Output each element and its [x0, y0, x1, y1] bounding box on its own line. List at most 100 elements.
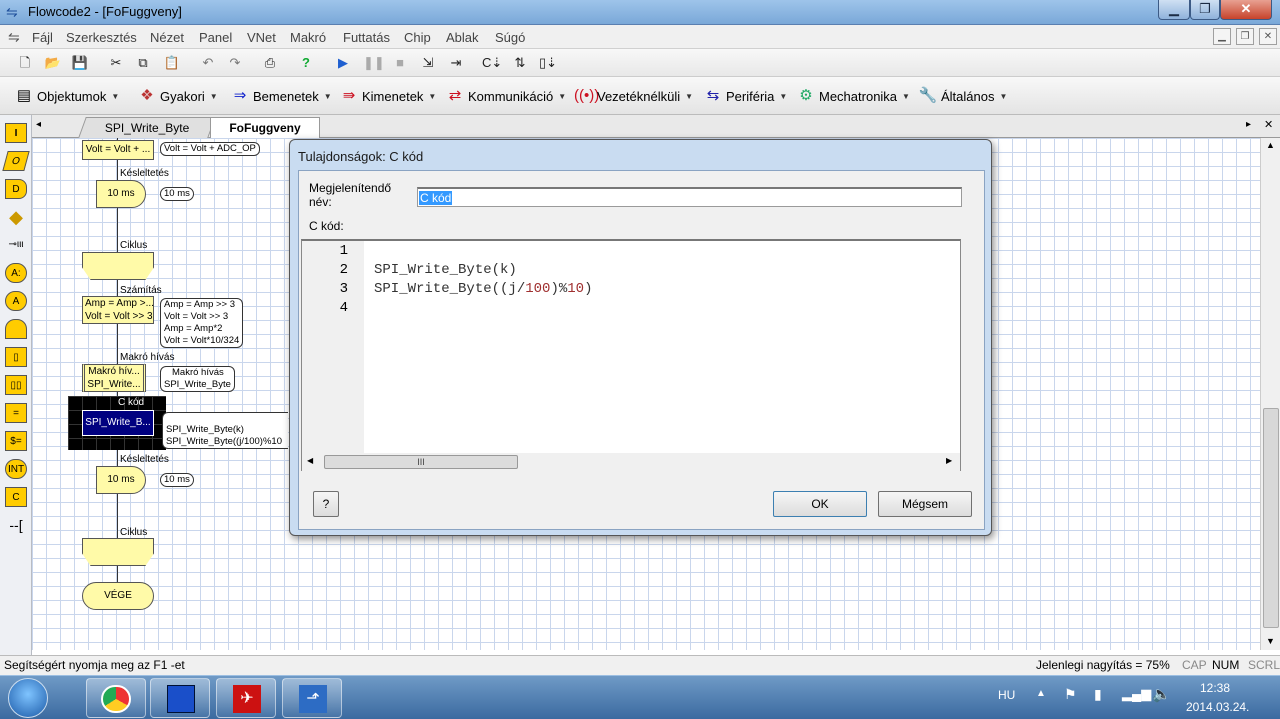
interrupt-icon[interactable]: INT	[5, 459, 27, 479]
menu-run[interactable]: Futtatás	[343, 30, 390, 45]
action-center-flag-icon[interactable]: ⚑	[1064, 686, 1077, 703]
pause-icon[interactable]: ❚❚	[363, 54, 385, 72]
stop-icon[interactable]: ■	[391, 54, 409, 72]
loop-end-box[interactable]	[82, 252, 154, 280]
close-button[interactable]: ✕	[1220, 0, 1272, 20]
mdi-restore-button[interactable]: ❐	[1236, 28, 1254, 45]
acrobat-taskbar-button[interactable]: ✈	[216, 678, 276, 718]
mdi-minimize-button[interactable]: ▁	[1213, 28, 1231, 45]
compile-chip-icon[interactable]: ▯⇣	[539, 54, 557, 72]
save-icon[interactable]: 💾	[71, 54, 89, 72]
network-signal-icon[interactable]: ▂▄▆	[1122, 686, 1151, 702]
macro-call-box[interactable]: Makró hív... SPI_Write...	[82, 364, 146, 392]
category-communication[interactable]: ⇄ Kommunikáció ▼	[445, 86, 566, 106]
language-indicator[interactable]: HU	[998, 688, 1015, 702]
compile-c-icon[interactable]: C⇣	[482, 54, 502, 72]
menu-vnet[interactable]: VNet	[247, 30, 276, 45]
category-mechatronics[interactable]: ⚙ Mechatronika ▼	[796, 86, 910, 106]
calculation-icon[interactable]: =	[5, 403, 27, 423]
paste-icon[interactable]: 📋	[163, 54, 181, 72]
print-icon[interactable]: ⎙	[261, 54, 279, 72]
run-icon[interactable]: ▶	[334, 54, 352, 72]
menu-view[interactable]: Nézet	[150, 30, 184, 45]
battery-icon[interactable]: ▮	[1094, 686, 1102, 703]
menu-panel[interactable]: Panel	[199, 30, 232, 45]
category-wireless[interactable]: ((•)) Vezetéknélküli ▼	[574, 86, 693, 106]
menu-macro[interactable]: Makró	[290, 30, 326, 45]
code-horizontal-scrollbar[interactable]: ◀ III ▶	[302, 453, 960, 471]
comment-icon[interactable]: --[	[5, 515, 27, 535]
start-button[interactable]	[8, 678, 48, 718]
scroll-down-icon[interactable]: ▼	[1266, 636, 1275, 646]
step-into-icon[interactable]: ⇲	[419, 54, 437, 72]
component-macro-icon[interactable]: ▯▯	[5, 375, 27, 395]
menu-chip[interactable]: Chip	[404, 30, 431, 45]
flowcode-taskbar-button[interactable]: ⬏	[282, 678, 342, 718]
string-calculation-icon[interactable]: $=	[5, 431, 27, 451]
compile-hex-icon[interactable]: ⇅	[511, 54, 529, 72]
menu-file[interactable]: Fájl	[32, 30, 53, 45]
minimize-button[interactable]: ▁	[1158, 0, 1190, 20]
category-peripheral[interactable]: ⇆ Periféria ▼	[703, 86, 788, 106]
chrome-taskbar-button[interactable]	[86, 678, 146, 718]
decision-icon[interactable]: ◆	[5, 207, 27, 227]
mdi-system-icon[interactable]: ⇋	[8, 29, 20, 46]
c-code-editor[interactable]: 1 2 3 4 SPI_Write_Byte(k) SPI_Write_Byte…	[301, 239, 961, 471]
c-code-icon[interactable]: C	[5, 487, 27, 507]
step-over-icon[interactable]: ⇥	[447, 54, 465, 72]
save-app-taskbar-button[interactable]	[150, 678, 210, 718]
tab-scroll-left-icon[interactable]: ◂	[36, 119, 41, 130]
tab-scroll-right-icon[interactable]: ▸	[1246, 119, 1251, 130]
c-code-box[interactable]: SPI_Write_B...	[82, 410, 154, 436]
tab-close-icon[interactable]: ✕	[1264, 118, 1273, 131]
macro-icon[interactable]: ▯	[5, 347, 27, 367]
clock-date[interactable]: 2014.03.24.	[1186, 700, 1249, 714]
undo-icon[interactable]: ↶	[199, 54, 217, 72]
maximize-button[interactable]: ❐	[1190, 0, 1220, 20]
hscroll-thumb[interactable]: III	[324, 455, 518, 469]
delay-icon[interactable]: D	[5, 179, 27, 199]
mdi-close-button[interactable]: ✕	[1259, 28, 1277, 45]
category-objects[interactable]: ▤ Objektumok ▼	[14, 86, 119, 106]
calculation-amp-box[interactable]: Amp = Amp >... Volt = Volt >> 3	[82, 296, 154, 324]
interrupt-a-icon[interactable]: A:	[5, 263, 27, 283]
category-inputs[interactable]: ⇒ Bemenetek ▼	[230, 86, 332, 106]
goto-a-icon[interactable]: A	[5, 291, 27, 311]
delay2-box[interactable]: 10 ms	[96, 466, 146, 494]
redo-icon[interactable]: ↷	[226, 54, 244, 72]
menu-help[interactable]: Súgó	[495, 30, 525, 45]
scroll-right-icon[interactable]: ▶	[946, 456, 952, 465]
end-terminator[interactable]: VÉGE	[82, 582, 154, 610]
help-question-icon[interactable]: ?	[297, 54, 315, 72]
calculation-volt-box[interactable]: Volt = Volt + ...	[82, 140, 154, 160]
copy-icon[interactable]: ⧉	[134, 54, 152, 72]
scroll-left-icon[interactable]: ◀	[307, 456, 313, 465]
ok-button[interactable]: OK	[773, 491, 867, 517]
menu-window[interactable]: Ablak	[446, 30, 479, 45]
tab-fofuggveny[interactable]: FoFuggveny	[210, 117, 320, 139]
input-icon[interactable]: I	[5, 123, 27, 143]
output-icon[interactable]: O	[2, 151, 30, 171]
cancel-button[interactable]: Mégsem	[878, 491, 972, 517]
category-common[interactable]: ❖ Gyakori ▼	[137, 86, 217, 106]
connection-point-icon[interactable]: ⊸ιιι	[5, 235, 27, 255]
tab-spi-write-byte[interactable]: SPI_Write_Byte	[78, 117, 216, 138]
canvas-vertical-scrollbar[interactable]: ▲ ▼	[1260, 138, 1280, 650]
dialog-help-button[interactable]: ?	[313, 491, 339, 517]
menu-edit[interactable]: Szerkesztés	[66, 30, 137, 45]
open-folder-icon[interactable]: 📂	[44, 54, 62, 72]
clock-time[interactable]: 12:38	[1200, 681, 1230, 695]
category-general[interactable]: 🔧 Általános ▼	[918, 86, 1008, 106]
delay-box[interactable]: 10 ms	[96, 180, 146, 208]
scroll-up-icon[interactable]: ▲	[1266, 140, 1275, 150]
volume-icon[interactable]: 🔈	[1152, 685, 1171, 703]
category-outputs[interactable]: ⇛ Kimenetek ▼	[339, 86, 437, 106]
loop2-end-box[interactable]	[82, 538, 154, 566]
display-name-input[interactable]: C kód	[417, 187, 962, 207]
tray-expand-icon[interactable]: ▲	[1036, 688, 1046, 699]
loop-icon[interactable]	[5, 319, 27, 339]
cut-icon[interactable]: ✂	[107, 54, 125, 72]
floppy-icon	[167, 685, 195, 713]
new-file-icon[interactable]: 🗋	[16, 54, 34, 72]
scroll-thumb[interactable]	[1263, 408, 1279, 628]
